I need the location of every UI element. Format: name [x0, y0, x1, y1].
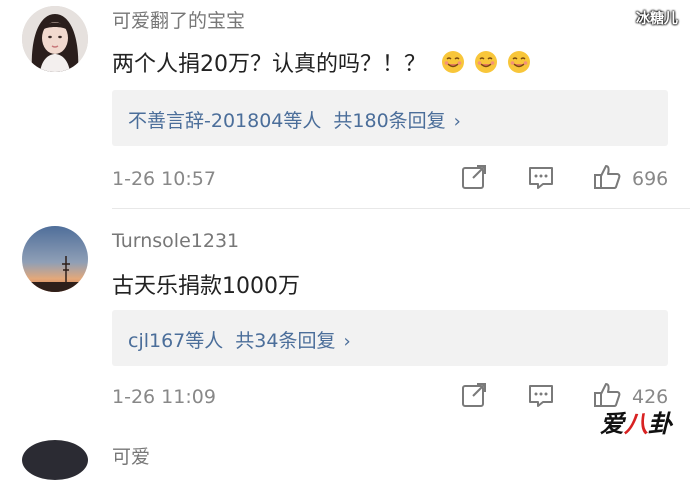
- username[interactable]: 可爱翻了的宝宝: [112, 6, 245, 33]
- smiling-face-icon: [507, 50, 531, 74]
- reply-summary[interactable]: 不善言辞-201804等人共180条回复 ›: [112, 90, 668, 146]
- comment-text: 两个人捐20万？认真的吗？！？: [112, 46, 533, 80]
- comment-time: 1-26 11:09: [112, 386, 216, 408]
- watermark-logo: 爱八卦: [600, 404, 672, 439]
- like-count: 696: [632, 168, 668, 190]
- chevron-right-icon: ›: [454, 111, 461, 132]
- watermark-logo-part: 爱: [600, 410, 624, 438]
- comment-item: 可爱翻了的宝宝 两个人捐20万？认真的吗？！？: [0, 0, 690, 210]
- username[interactable]: Turnsole1231: [112, 230, 239, 252]
- comment-text: 古天乐捐款1000万: [112, 268, 300, 300]
- username[interactable]: 可爱: [112, 442, 150, 469]
- reply-summary-text: 不善言辞-201804等人共180条回复 ›: [128, 106, 461, 133]
- emoji-group: [441, 50, 533, 80]
- comment-text-body: 两个人捐20万？认真的吗？！？: [112, 52, 426, 77]
- watermark-logo-part: 卦: [648, 410, 672, 438]
- smiling-face-icon: [441, 50, 465, 74]
- chevron-right-icon: ›: [343, 331, 350, 352]
- thumbs-up-icon[interactable]: [592, 162, 622, 192]
- reply-count: 共180条回复: [333, 110, 445, 132]
- divider: [112, 208, 690, 209]
- comment-icon[interactable]: [526, 380, 556, 410]
- avatar[interactable]: [22, 6, 88, 72]
- comment-icon[interactable]: [526, 162, 556, 192]
- avatar[interactable]: [22, 440, 88, 480]
- reply-users: 不善言辞-201804等人: [128, 110, 321, 132]
- watermark: 冰糖儿: [636, 8, 678, 28]
- reply-count: 共34条回复: [235, 330, 335, 352]
- comment-item: Turnsole1231 古天乐捐款1000万 cjl167等人共34条回复› …: [0, 210, 690, 432]
- smiling-face-icon: [474, 50, 498, 74]
- reply-summary[interactable]: cjl167等人共34条回复 ›: [112, 310, 668, 366]
- share-icon[interactable]: [459, 162, 489, 192]
- avatar[interactable]: [22, 226, 88, 292]
- reply-users: cjl167等人: [128, 330, 223, 352]
- reply-summary-text: cjl167等人共34条回复 ›: [128, 326, 351, 353]
- watermark-logo-part: 八: [624, 410, 648, 438]
- comment-time: 1-26 10:57: [112, 168, 216, 190]
- share-icon[interactable]: [459, 380, 489, 410]
